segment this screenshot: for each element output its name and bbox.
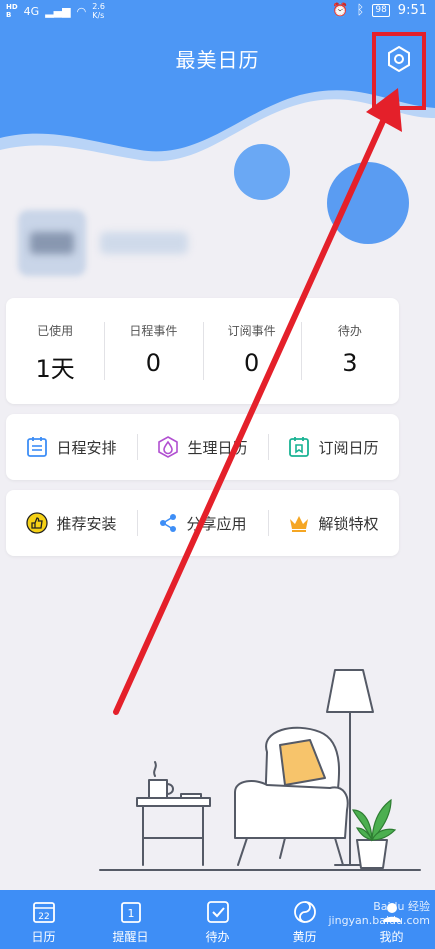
page-title: 最美日历: [175, 48, 260, 72]
stat-days-used[interactable]: 已使用 1天: [6, 298, 104, 404]
share-icon: [160, 514, 177, 532]
net-speed: 2.6: [92, 2, 105, 11]
sim-tags: HD B: [6, 3, 18, 19]
nav-calendar[interactable]: 22 日历: [0, 890, 87, 949]
network-type: 4G: [23, 4, 40, 18]
recommend-install-button[interactable]: 推荐安装: [6, 512, 137, 534]
avatar-image: [30, 232, 74, 254]
nav-reminder[interactable]: 1 提醒日: [87, 890, 174, 949]
settings-button[interactable]: [372, 32, 426, 110]
subscribe-calendar-button[interactable]: 订阅日历: [268, 434, 399, 460]
status-bar: HD B 4G ▂▄▆ ◠ 2.6 K/s ⏰ ᛒ 98 9:51: [0, 0, 435, 26]
subscribe-icon: [289, 437, 310, 457]
clock: 9:51: [397, 3, 427, 18]
wifi-icon: ◠: [76, 4, 87, 18]
alarm-icon: ⏰: [332, 3, 349, 18]
bluetooth-icon: ᛒ: [356, 3, 365, 18]
stat-schedule-events[interactable]: 日程事件 0: [104, 298, 202, 404]
username[interactable]: [100, 232, 188, 254]
feature-row-primary: 日程安排 生理日历 订阅日历: [6, 414, 399, 480]
signal-icon: ▂▄▆: [45, 4, 71, 18]
calendar-badge: 22: [38, 912, 49, 922]
feature-row-secondary: 推荐安装 分享应用 解锁特权: [6, 490, 399, 556]
share-app-button[interactable]: 分享应用: [137, 510, 268, 536]
reminder-icon: 1: [120, 902, 141, 923]
net-speed-unit: K/s: [92, 11, 105, 20]
calendar-icon: 22: [32, 902, 55, 923]
thumb-icon: [26, 512, 49, 534]
battery-indicator: 98: [372, 4, 390, 17]
unlock-privileges-button[interactable]: 解锁特权: [268, 510, 399, 536]
drop-icon: [158, 436, 179, 458]
crown-icon: [290, 516, 309, 532]
watermark: Baidu 经验 jingyan.baidu.com: [328, 900, 430, 927]
period-calendar-button[interactable]: 生理日历: [137, 434, 268, 460]
todo-icon: [206, 901, 229, 923]
reminder-badge: 1: [127, 907, 134, 920]
schedule-icon: [27, 437, 48, 457]
stat-todos[interactable]: 待办 3: [300, 298, 399, 404]
nav-todo[interactable]: 待办: [174, 890, 261, 949]
schedule-button[interactable]: 日程安排: [6, 436, 137, 458]
stats-card: 已使用 1天 日程事件 0 订阅事件 0 待办 3: [6, 298, 399, 404]
gear-icon: [388, 46, 410, 72]
room-illustration: [99, 669, 421, 871]
stat-subscribed-events[interactable]: 订阅事件 0: [202, 298, 301, 404]
